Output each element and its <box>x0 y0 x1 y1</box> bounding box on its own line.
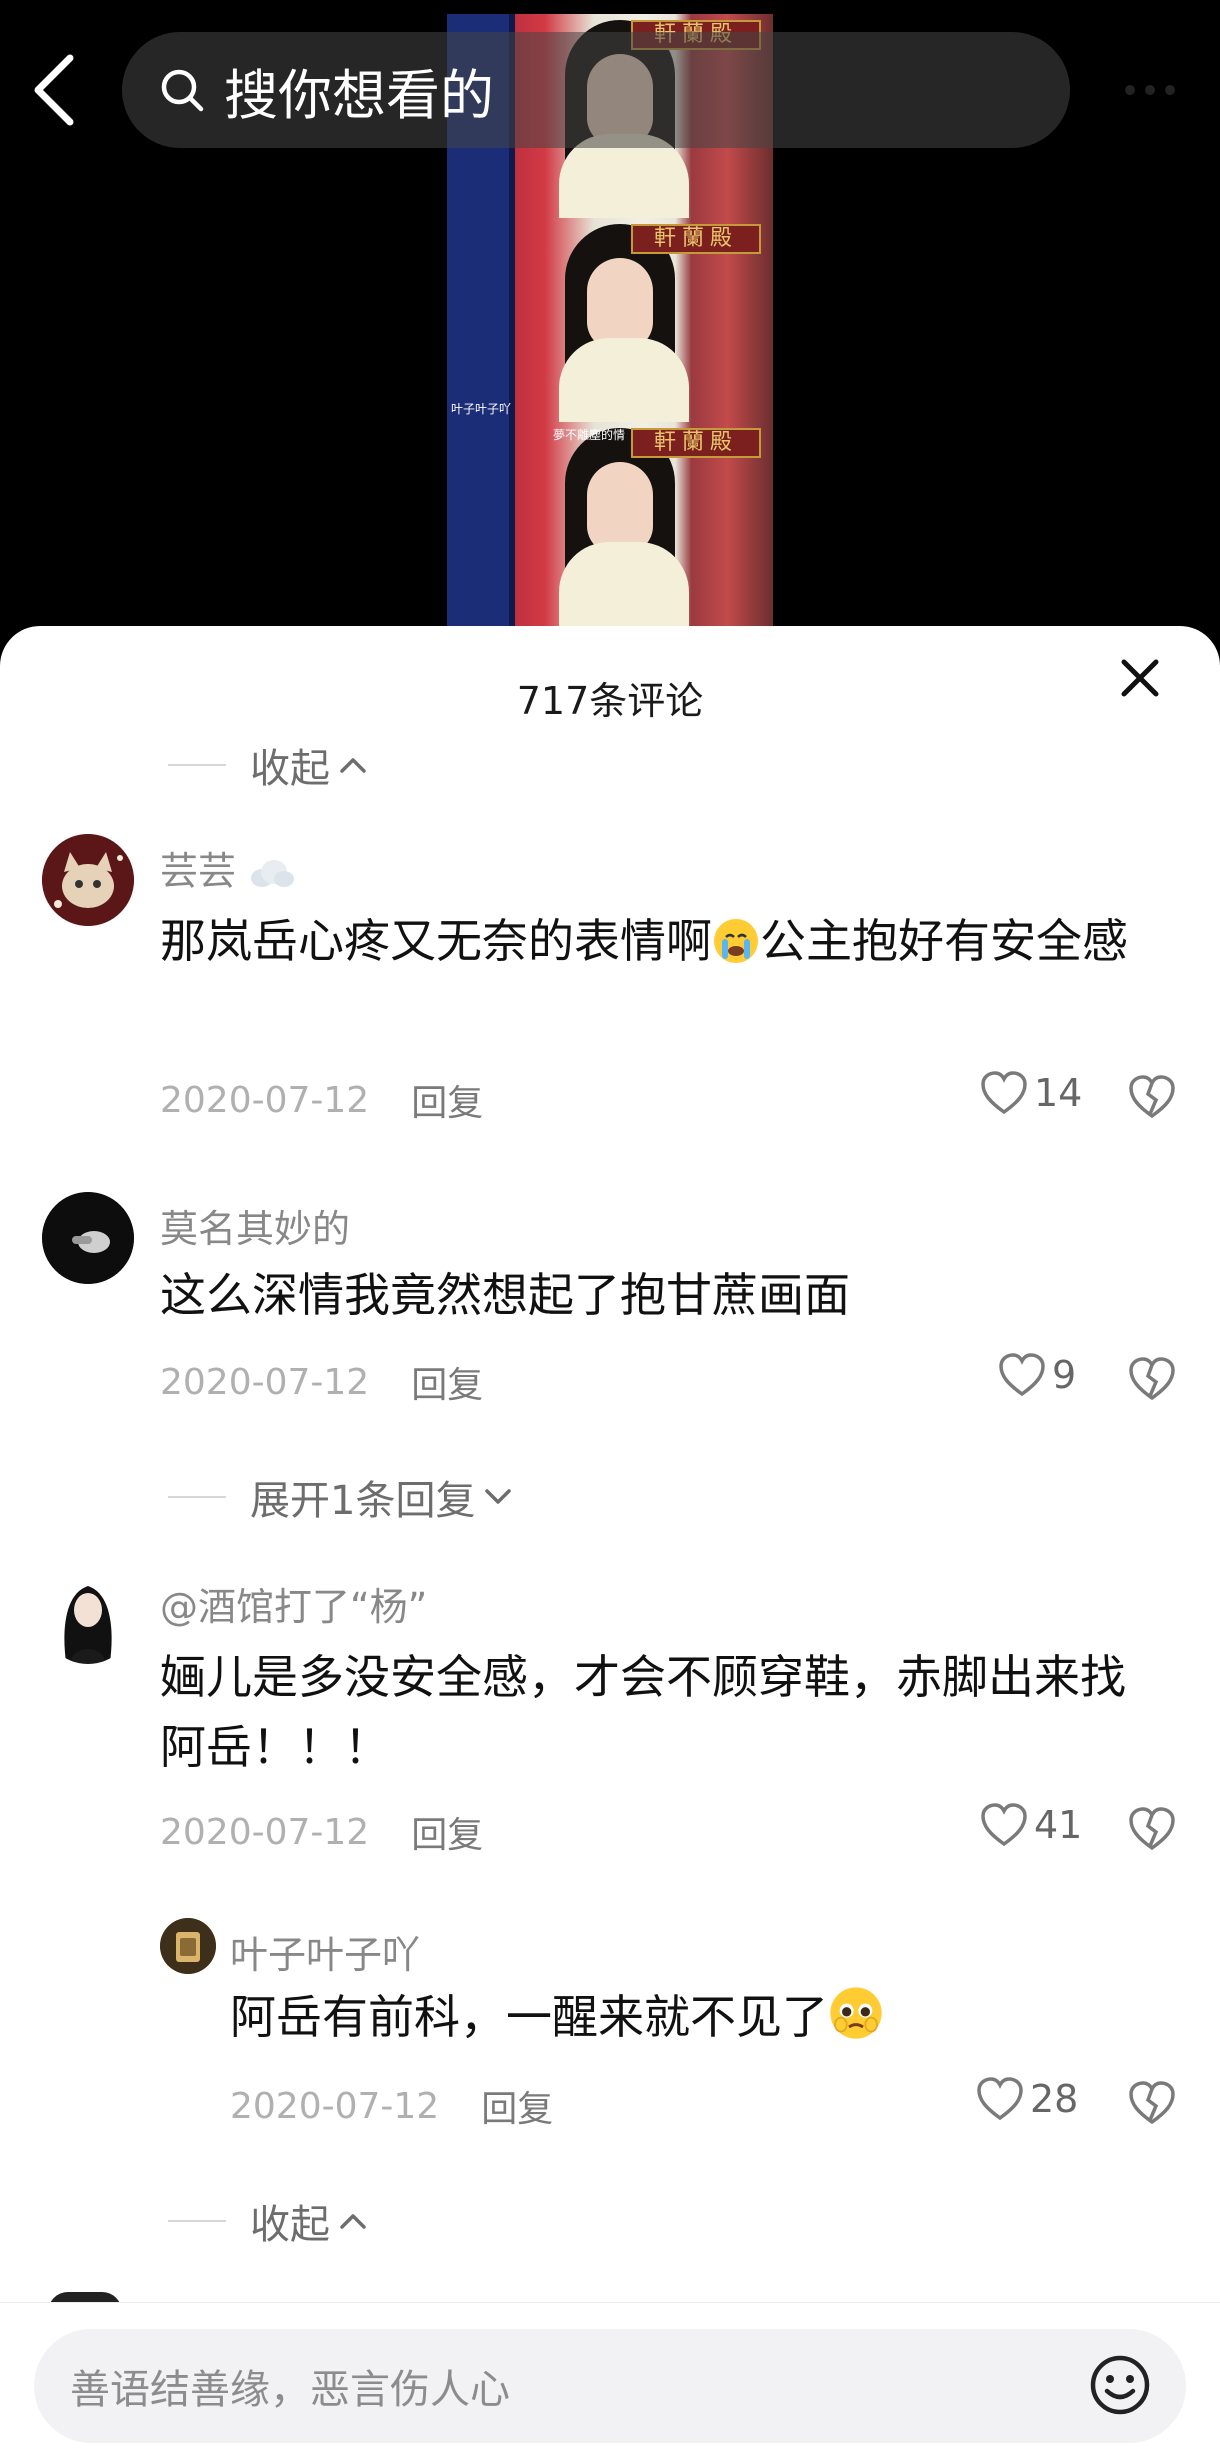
chevron-down-icon <box>485 1489 512 1504</box>
like-button[interactable]: 41 <box>980 1802 1082 1848</box>
like-count: 41 <box>1034 1803 1083 1847</box>
cloud-icon <box>251 860 295 887</box>
video-frame: 軒蘭殿 叶子叶子吖 <box>447 218 773 422</box>
close-icon <box>1121 659 1159 697</box>
broken-heart-icon <box>1129 1357 1175 1401</box>
comment-date: 2020-07-12 <box>160 1079 370 1121</box>
comments-sheet: 717条评论 收起 芸芸 那岚岳心疼又无奈的表情啊 公主抱好有安全感 2020-… <box>0 626 1220 2457</box>
comment-input-placeholder: 善语结善缘，恶言伤人心 <box>70 2367 510 2413</box>
pleading-emoji-icon <box>830 1987 882 2039</box>
chevron-left-icon <box>34 54 74 126</box>
back-button[interactable] <box>24 50 84 130</box>
dark-avatar-icon <box>42 1192 134 1284</box>
like-button[interactable]: 9 <box>998 1352 1076 1398</box>
dislike-button[interactable] <box>1128 1074 1176 1122</box>
comment-input-bar: 善语结善缘，恶言伤人心 <box>0 2302 1220 2457</box>
video-sign: 軒蘭殿 <box>653 226 738 251</box>
collapse-replies-button[interactable]: 收起 <box>168 2192 368 2250</box>
reply-button[interactable]: 回复 <box>411 1806 483 1858</box>
expand-replies-button[interactable]: 展开1条回复 <box>168 1468 513 1526</box>
comment-input[interactable]: 善语结善缘，恶言伤人心 <box>34 2329 1186 2443</box>
heart-icon <box>981 1071 1027 1115</box>
comment-meta: 2020-07-12 回复 <box>160 1074 483 1126</box>
avatar[interactable] <box>160 1918 216 1974</box>
broken-heart-icon <box>1129 1807 1175 1851</box>
close-button[interactable] <box>1110 648 1170 708</box>
broken-heart-icon <box>1129 1075 1175 1119</box>
emoji-icon[interactable] <box>1088 2353 1152 2417</box>
avatar[interactable] <box>42 1192 134 1284</box>
search-bar[interactable]: 搜你想看的 <box>122 32 1070 148</box>
avatar[interactable] <box>42 1572 134 1664</box>
comment-username[interactable]: 芸芸 <box>160 840 295 895</box>
reply-button[interactable]: 回复 <box>411 1356 483 1408</box>
reply-username[interactable]: 叶子叶子吖 <box>230 1924 420 1979</box>
video-sign: 軒蘭殿 <box>653 430 738 455</box>
chevron-up-icon <box>340 2214 366 2229</box>
more-dot-icon <box>1145 85 1155 95</box>
more-dot-icon <box>1165 85 1175 95</box>
chevron-up-icon <box>340 758 366 773</box>
comments-count-title: 717条评论 <box>516 679 704 723</box>
like-count: 14 <box>1034 1071 1083 1115</box>
broken-heart-icon <box>1129 2081 1175 2125</box>
comment-meta: 2020-07-12 回复 <box>160 1806 483 1858</box>
heart-icon <box>999 1353 1045 1397</box>
divider-line <box>168 764 226 766</box>
video-subtitle: 叶子叶子吖 <box>451 402 512 416</box>
girl-avatar-icon <box>42 1572 134 1664</box>
reply-date: 2020-07-12 <box>230 2085 440 2127</box>
comment-text: 这么深情我竟然想起了抱甘蔗画面 <box>160 1268 850 1322</box>
comment-username[interactable]: @酒馆打了“杨” <box>160 1576 427 1631</box>
comment-text: 婳儿是多没安全感，才会不顾穿鞋，赤脚出来找阿岳！！！ <box>160 1650 1126 1774</box>
collapse-label: 收起 <box>250 746 330 792</box>
search-placeholder: 搜你想看的 <box>224 63 494 127</box>
reply-text: 阿岳有前科，一醒来就不见了 <box>230 1982 1160 2052</box>
dislike-button[interactable] <box>1128 1356 1176 1404</box>
divider-line <box>168 2220 226 2222</box>
comment-username[interactable]: 莫名其妙的 <box>160 1198 350 1253</box>
reply-avatar-icon <box>160 1918 216 1974</box>
reply-button[interactable]: 回复 <box>481 2080 553 2132</box>
dislike-button[interactable] <box>1128 2080 1176 2128</box>
video-frame: 軒蘭殿 夢不離塵的情 <box>447 422 773 626</box>
more-dot-icon <box>1125 85 1135 95</box>
reply-meta: 2020-07-12 回复 <box>230 2080 553 2132</box>
comment-date: 2020-07-12 <box>160 1361 370 1403</box>
like-count: 28 <box>1030 2077 1079 2121</box>
cat-avatar-icon <box>42 834 134 926</box>
like-button[interactable]: 14 <box>980 1070 1082 1116</box>
comment-date: 2020-07-12 <box>160 1811 370 1853</box>
comment-text: 那岚岳心疼又无奈的表情啊 公主抱好有安全感 <box>160 914 1128 968</box>
reply-button[interactable]: 回复 <box>411 1074 483 1126</box>
collapse-label: 收起 <box>250 2202 330 2248</box>
expand-label: 展开1条回复 <box>250 1478 476 1524</box>
divider-line <box>168 1496 226 1498</box>
video-subtitle: 夢不離塵的情 <box>553 428 626 442</box>
collapse-replies-button[interactable]: 收起 <box>168 736 368 794</box>
like-button[interactable]: 28 <box>976 2076 1078 2122</box>
search-icon <box>161 69 204 112</box>
heart-icon <box>981 1803 1027 1847</box>
more-button[interactable] <box>1110 70 1190 110</box>
heart-icon <box>977 2077 1023 2121</box>
comment-meta: 2020-07-12 回复 <box>160 1356 483 1408</box>
like-count: 9 <box>1052 1353 1077 1397</box>
avatar[interactable] <box>42 834 134 926</box>
crying-emoji-icon <box>714 919 758 963</box>
dislike-button[interactable] <box>1128 1806 1176 1854</box>
